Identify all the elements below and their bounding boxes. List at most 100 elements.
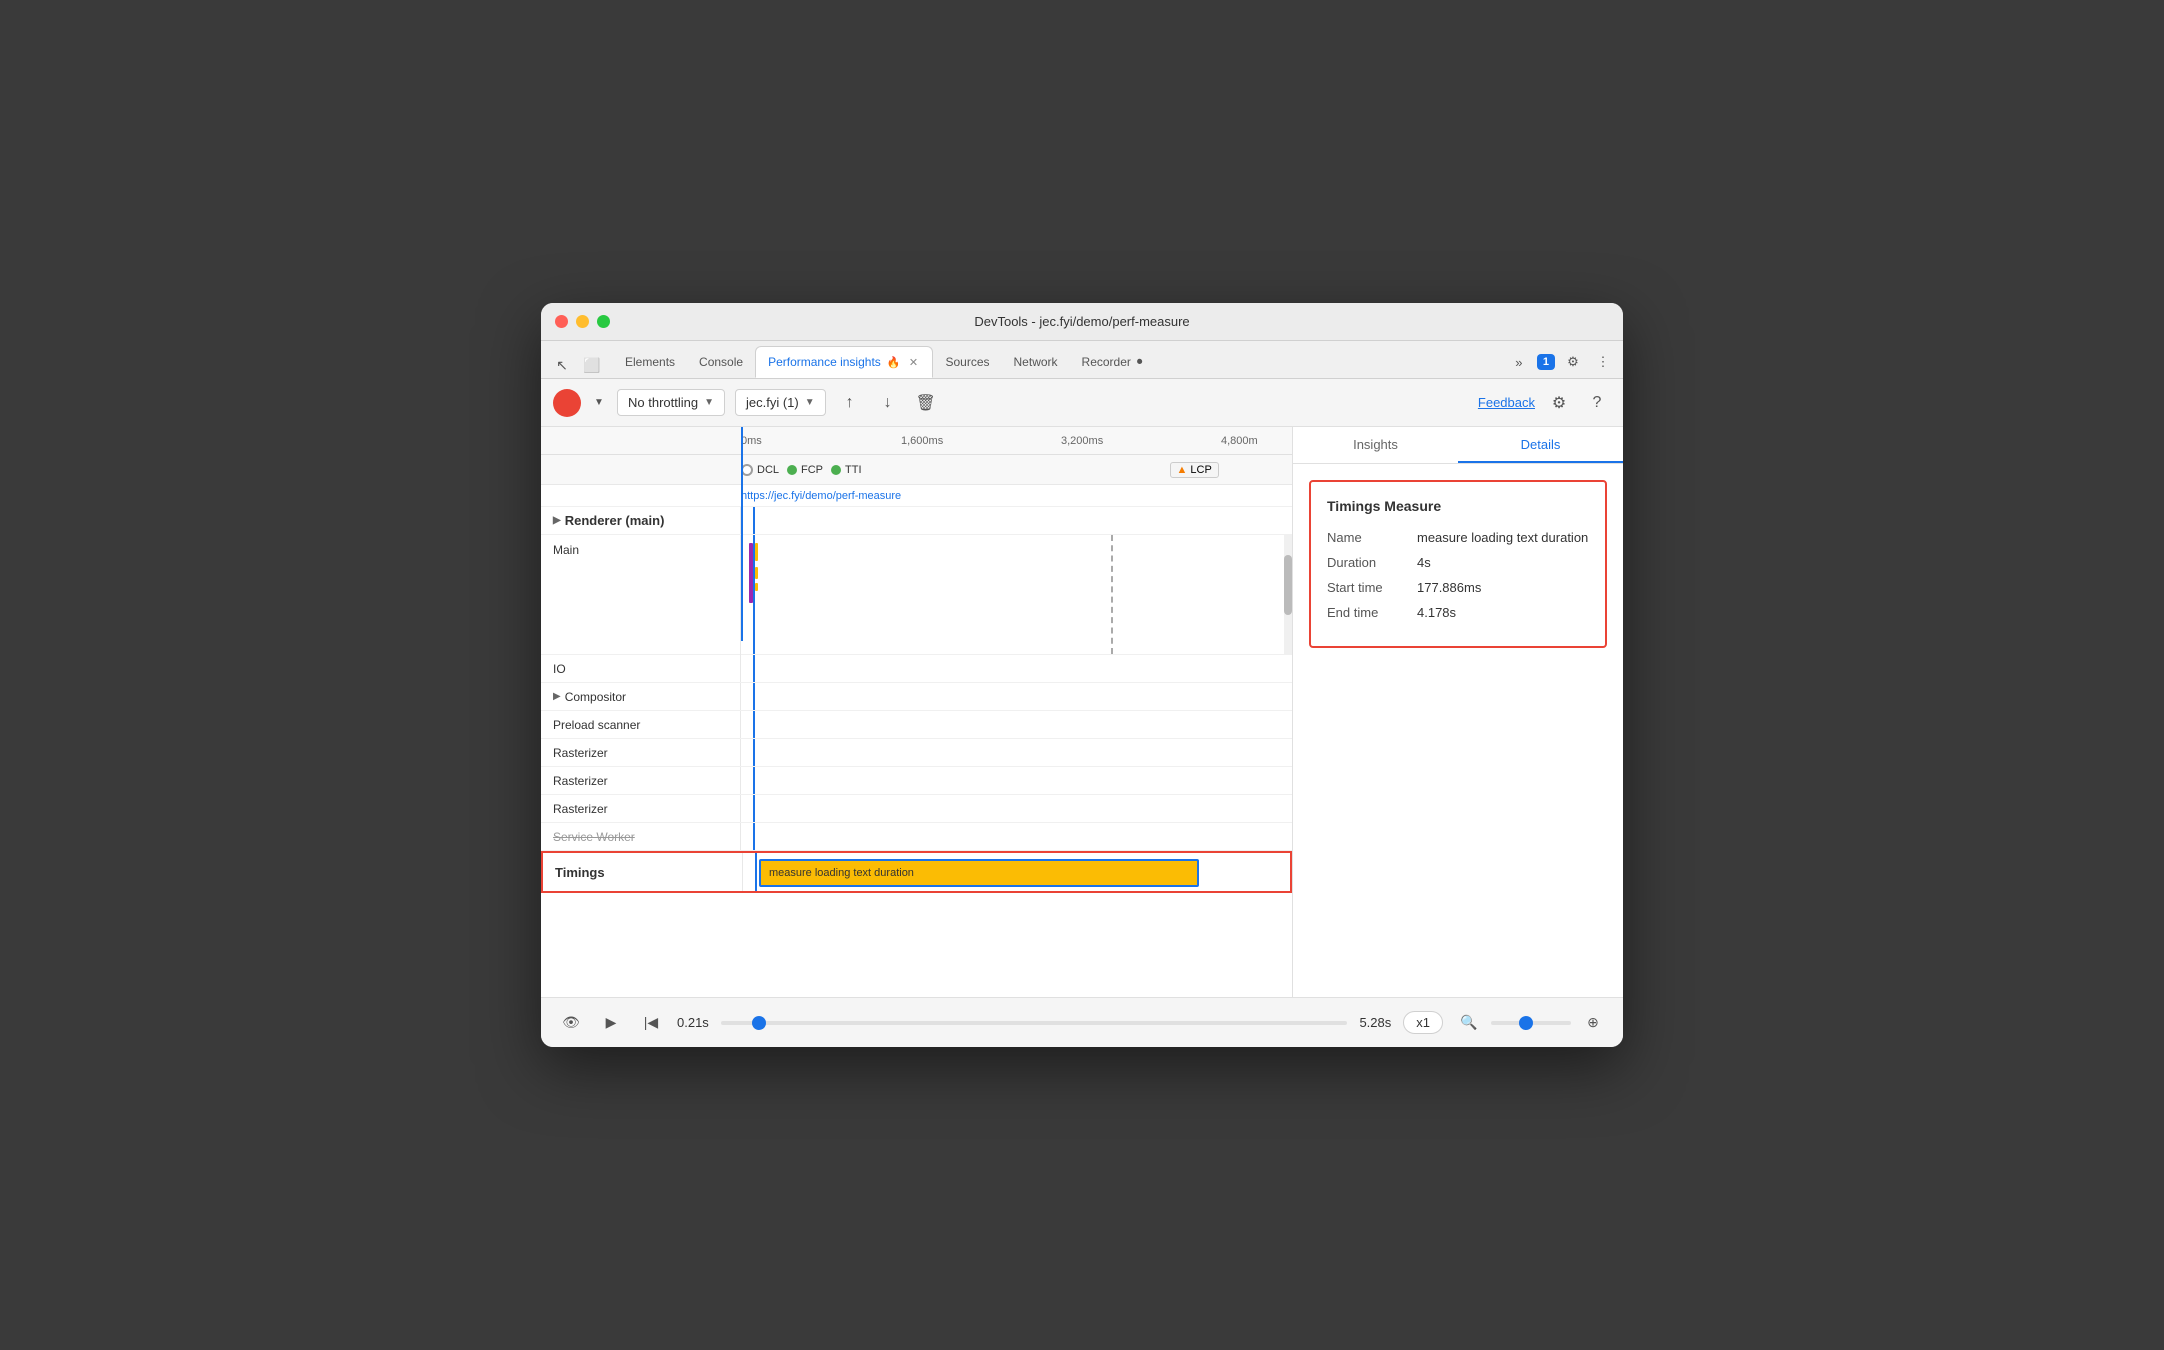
delete-icon[interactable]: 🗑 <box>912 389 940 417</box>
close-button[interactable] <box>555 315 568 328</box>
expand-icon: ▶ <box>553 691 561 702</box>
tab-elements[interactable]: Elements <box>613 346 687 378</box>
rasterizer-3-track-label: Rasterizer <box>541 795 741 822</box>
feedback-link[interactable]: Feedback <box>1478 395 1535 410</box>
toolbar: ▼ No throttling ▼ jec.fyi (1) ▼ ↑ ↓ 🗑 Fe… <box>541 379 1623 427</box>
time-start-label: 0.21s <box>677 1015 709 1030</box>
tab-performance-insights[interactable]: Performance insights 🔥 ✕ <box>755 346 933 378</box>
preload-track-content <box>741 711 1292 738</box>
scrollbar-track[interactable] <box>1284 535 1292 654</box>
preload-track-label: Preload scanner <box>541 711 741 738</box>
dcl-label: DCL <box>757 464 779 476</box>
io-track-label: IO <box>541 655 741 682</box>
url-row: https://jec.fyi/demo/perf-measure <box>541 485 1292 507</box>
timing-bar[interactable]: measure loading text duration <box>759 859 1199 887</box>
zoom-container: 🔍 ⊕ <box>1455 1009 1607 1037</box>
play-button[interactable]: ▶ <box>597 1009 625 1037</box>
inspect-icon[interactable]: ⬜ <box>579 352 605 378</box>
zoom-slider-track[interactable] <box>1491 1021 1571 1025</box>
scrubber-thumb[interactable] <box>752 1016 766 1030</box>
main-content: 0ms 1,600ms 3,200ms 4,800m DCL FCP <box>541 427 1623 997</box>
detail-label-starttime: Start time <box>1327 580 1417 595</box>
compositor-track-content <box>741 683 1292 710</box>
zoom-out-icon[interactable]: 🔍 <box>1455 1009 1483 1037</box>
tab-bar-tools: ↖ ⬜ <box>549 352 605 378</box>
flags-bar: DCL FCP TTI ▲ LCP <box>541 455 1292 485</box>
skip-back-icon[interactable]: |◀ <box>637 1009 665 1037</box>
flame-bar-yellow-3 <box>755 583 758 591</box>
fcp-flag: FCP <box>787 464 823 476</box>
ruler-mark-3: 4,800m <box>1221 435 1258 447</box>
main-dashed-line <box>1111 535 1113 654</box>
detail-row-starttime: Start time 177.886ms <box>1327 580 1589 595</box>
timings-row[interactable]: Timings measure loading text duration <box>541 851 1292 893</box>
record-button[interactable] <box>553 389 581 417</box>
help-icon[interactable]: ? <box>1583 389 1611 417</box>
timings-content[interactable]: measure loading text duration <box>743 853 1290 891</box>
tab-console[interactable]: Console <box>687 346 755 378</box>
rasterizer-1-track-content <box>741 739 1292 766</box>
tab-network[interactable]: Network <box>1002 346 1070 378</box>
service-worker-track-content <box>741 823 1292 850</box>
compositor-track-row: ▶ Compositor <box>541 683 1292 711</box>
renderer-track-label[interactable]: ▶ Renderer (main) <box>541 507 741 534</box>
site-dropdown[interactable]: jec.fyi (1) ▼ <box>735 389 826 416</box>
chat-badge[interactable]: 1 <box>1537 354 1555 370</box>
sw-blue-line <box>753 823 755 850</box>
throttling-dropdown[interactable]: No throttling ▼ <box>617 389 725 416</box>
zoom-thumb[interactable] <box>1519 1016 1533 1030</box>
download-icon[interactable]: ↓ <box>874 389 902 417</box>
bottom-bar: 👁 ▶ |◀ 0.21s 5.28s x1 🔍 ⊕ <box>541 997 1623 1047</box>
tab-bar-right: » 1 ⚙ ⋮ <box>1507 350 1615 374</box>
timeline-tracks[interactable]: ▶ Renderer (main) Main <box>541 507 1292 997</box>
settings-icon[interactable]: ⚙ <box>1561 350 1585 374</box>
rasterizer-3-track-row: Rasterizer <box>541 795 1292 823</box>
rasterizer-1-track-label: Rasterizer <box>541 739 741 766</box>
more-tabs-button[interactable]: » <box>1507 350 1531 374</box>
tab-close-icon[interactable]: ✕ <box>906 355 920 369</box>
io-blue-line <box>753 655 755 682</box>
record-dropdown[interactable]: ▼ <box>591 395 607 411</box>
timeline-scrubber[interactable] <box>721 1021 1348 1025</box>
cursor-icon[interactable]: ↖ <box>549 352 575 378</box>
upload-icon[interactable]: ↑ <box>836 389 864 417</box>
details-title: Timings Measure <box>1327 498 1589 514</box>
compositor-blue-line <box>753 683 755 710</box>
more-options-icon[interactable]: ⋮ <box>1591 350 1615 374</box>
detail-row-endtime: End time 4.178s <box>1327 605 1589 620</box>
detail-label-endtime: End time <box>1327 605 1417 620</box>
compositor-track-label[interactable]: ▶ Compositor <box>541 683 741 710</box>
tab-insights[interactable]: Insights <box>1293 427 1458 463</box>
ruler-mark-1: 1,600ms <box>901 435 943 447</box>
window-title: DevTools - jec.fyi/demo/perf-measure <box>974 314 1189 329</box>
right-tabs: Insights Details <box>1293 427 1623 464</box>
screenshot-icon[interactable]: 👁 <box>557 1009 585 1037</box>
settings-gear-icon[interactable]: ⚙ <box>1545 389 1573 417</box>
timings-label: Timings <box>543 853 743 891</box>
tti-flag: TTI <box>831 464 862 476</box>
main-track-content[interactable] <box>741 535 1292 654</box>
fcp-label: FCP <box>801 464 823 476</box>
tab-recorder[interactable]: Recorder ⏺ <box>1070 346 1155 378</box>
timeline-panel: 0ms 1,600ms 3,200ms 4,800m DCL FCP <box>541 427 1293 997</box>
minimize-button[interactable] <box>576 315 589 328</box>
tti-dot-icon <box>831 465 841 475</box>
speed-badge[interactable]: x1 <box>1403 1011 1443 1034</box>
maximize-button[interactable] <box>597 315 610 328</box>
rasterizer-1-track-row: Rasterizer <box>541 739 1292 767</box>
detail-value-starttime: 177.886ms <box>1417 580 1481 595</box>
scrubber-track[interactable] <box>721 1021 1348 1025</box>
rasterizer-3-track-content <box>741 795 1292 822</box>
detail-row-duration: Duration 4s <box>1327 555 1589 570</box>
tab-details[interactable]: Details <box>1458 427 1623 463</box>
scrollbar-thumb[interactable] <box>1284 555 1292 615</box>
rasterizer-2-blue-line <box>753 767 755 794</box>
page-url: https://jec.fyi/demo/perf-measure <box>741 490 901 502</box>
chevron-down-icon: ▼ <box>805 397 815 408</box>
zoom-in-icon[interactable]: ⊕ <box>1579 1009 1607 1037</box>
lcp-flag: ▲ LCP <box>1170 462 1219 478</box>
fcp-dot-icon <box>787 465 797 475</box>
flame-bar-yellow-2 <box>755 567 758 579</box>
tab-sources[interactable]: Sources <box>933 346 1001 378</box>
renderer-track-content <box>741 507 1292 534</box>
